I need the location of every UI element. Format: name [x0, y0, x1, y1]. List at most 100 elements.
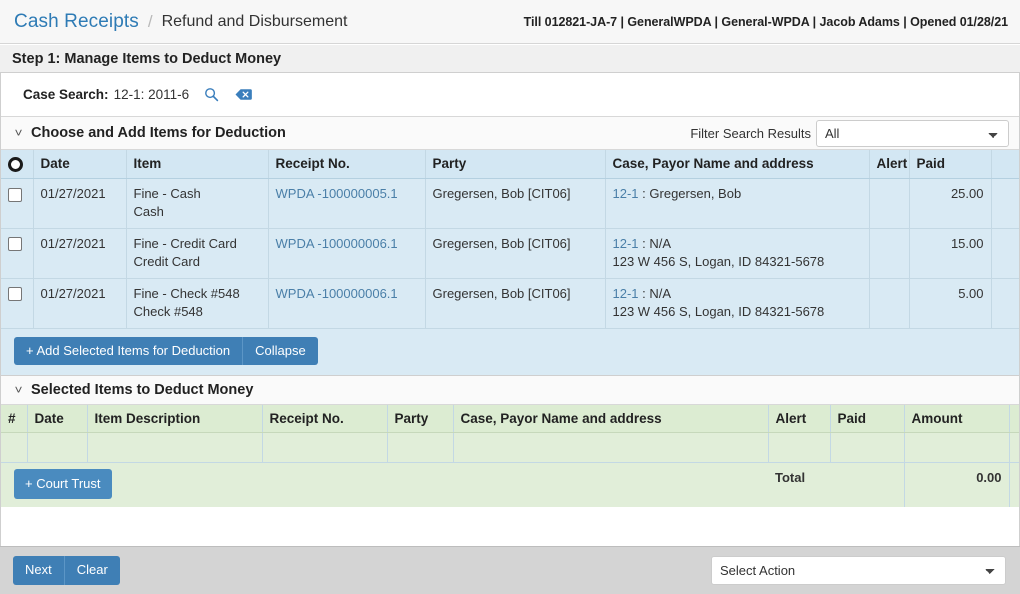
empty-cell-item	[87, 431, 263, 463]
col-spacer	[991, 150, 1019, 179]
col-alert: Alert	[768, 404, 831, 433]
empty-cell-receipt	[262, 431, 388, 463]
row-checkbox-cell	[1, 277, 34, 328]
total-spacer-cell	[1009, 461, 1019, 508]
top-breadcrumb-bar: Cash Receipts / Refund and Disbursement …	[0, 0, 1020, 44]
cell-party: Gregersen, Bob [CIT06]	[425, 277, 606, 328]
case-search-value: 12-1: 2011-6	[113, 87, 190, 102]
col-receipt-no: Receipt No.	[262, 404, 388, 433]
receipt-link[interactable]: WPDA -100000006.1	[276, 236, 398, 251]
selected-table-header-row: # Date Item Description Receipt No. Part…	[1, 404, 1019, 433]
cell-alert	[869, 227, 910, 279]
table-row[interactable]: 01/27/2021 Fine - Cash Cash WPDA -100000…	[1, 177, 1019, 229]
cell-receipt-no: WPDA -100000006.1	[268, 277, 426, 328]
cell-party: Gregersen, Bob [CIT06]	[425, 177, 606, 229]
court-trust-cell: + Court Trust	[1, 461, 768, 508]
clear-button[interactable]: Clear	[63, 556, 120, 585]
collapse-button[interactable]: Collapse	[242, 336, 318, 365]
col-amount: Amount	[904, 404, 1010, 433]
col-item-description: Item Description	[87, 404, 263, 433]
cell-case-payor: 12-1 : N/A 123 W 456 S, Logan, ID 84321-…	[605, 227, 870, 279]
app-page: Cash Receipts / Refund and Disbursement …	[0, 0, 1020, 594]
cell-spacer	[991, 177, 1019, 229]
col-item: Item	[126, 150, 269, 179]
add-court-trust-button[interactable]: + Court Trust	[14, 468, 112, 500]
selected-section-header: ˅ Selected Items to Deduct Money	[1, 374, 1019, 405]
choose-items-table: Date Item Receipt No. Party Case, Payor …	[1, 150, 1019, 328]
case-link[interactable]: 12-1	[613, 236, 639, 251]
cell-paid: 5.00	[909, 277, 992, 328]
col-index: #	[1, 404, 28, 433]
footer-action-bar: Next Clear Select Action	[0, 546, 1020, 594]
payor-address: 123 W 456 S, Logan, ID 84321-5678	[612, 304, 825, 320]
col-paid: Paid	[909, 150, 992, 179]
payor-name: Gregersen, Bob	[649, 185, 742, 201]
col-date: Date	[27, 404, 88, 433]
item-line-1: Fine - Check #548	[133, 285, 240, 301]
filter-search-results-group: Filter Search Results All	[690, 119, 1009, 147]
item-line-2: Check #548	[133, 304, 203, 320]
breadcrumb-cash-receipts[interactable]: Cash Receipts	[14, 11, 139, 33]
case-search-label: Case Search:	[23, 87, 109, 102]
col-date: Date	[33, 150, 127, 179]
cell-receipt-no: WPDA -100000005.1	[268, 177, 426, 229]
case-link[interactable]: 12-1	[613, 286, 639, 301]
col-spacer	[1009, 404, 1019, 433]
cell-date: 01/27/2021	[33, 177, 127, 229]
receipt-link[interactable]: WPDA -100000006.1	[276, 286, 398, 301]
case-separator: :	[642, 235, 646, 251]
item-line-2: Cash	[133, 204, 164, 220]
cell-date: 01/27/2021	[33, 277, 127, 328]
cell-spacer	[991, 227, 1019, 279]
item-line-1: Fine - Cash	[133, 185, 201, 201]
choose-actions-bar: + Add Selected Items for Deduction Colla…	[1, 327, 1019, 375]
row-checkbox[interactable]	[8, 237, 22, 252]
cell-receipt-no: WPDA -100000006.1	[268, 227, 426, 279]
cell-alert	[869, 177, 910, 229]
col-party: Party	[425, 150, 606, 179]
empty-cell-case	[453, 431, 769, 463]
case-separator: :	[642, 185, 646, 201]
empty-cell-amount	[904, 431, 1010, 463]
chevron-down-icon[interactable]: ˅	[14, 127, 22, 139]
total-label-cell: Total	[768, 461, 905, 508]
selected-items-table: # Date Item Description Receipt No. Part…	[1, 404, 1019, 508]
filter-search-results-select[interactable]: All	[816, 119, 1009, 147]
receipt-link[interactable]: WPDA -100000005.1	[276, 186, 398, 201]
col-paid: Paid	[830, 404, 905, 433]
footer-button-group: Next Clear	[13, 556, 120, 585]
breadcrumb-refund-disbursement: Refund and Disbursement	[161, 12, 348, 30]
table-row[interactable]: 01/27/2021 Fine - Credit Card Credit Car…	[1, 227, 1019, 279]
selected-empty-row	[1, 431, 1019, 463]
erase-icon[interactable]	[233, 85, 253, 105]
choose-button-group: + Add Selected Items for Deduction Colla…	[14, 336, 318, 365]
item-line-2: Credit Card	[133, 254, 200, 270]
cell-paid: 25.00	[909, 177, 992, 229]
next-button[interactable]: Next	[13, 556, 64, 585]
chevron-down-icon[interactable]: ˅	[14, 384, 22, 396]
search-icon[interactable]	[201, 85, 221, 105]
breadcrumb-separator: /	[147, 11, 153, 31]
cell-party: Gregersen, Bob [CIT06]	[425, 227, 606, 279]
table-row[interactable]: 01/27/2021 Fine - Check #548 Check #548 …	[1, 277, 1019, 328]
selected-total-row: + Court Trust Total 0.00	[1, 461, 1019, 508]
total-value-cell: 0.00	[904, 461, 1010, 508]
choose-section-title: Choose and Add Items for Deduction	[31, 125, 286, 141]
cell-date: 01/27/2021	[33, 227, 127, 279]
filter-search-results-label: Filter Search Results	[690, 125, 811, 141]
select-action-dropdown[interactable]: Select Action	[711, 556, 1006, 585]
cell-item: Fine - Credit Card Credit Card	[126, 227, 269, 279]
add-selected-items-button[interactable]: + Add Selected Items for Deduction	[14, 336, 243, 365]
row-checkbox[interactable]	[8, 187, 22, 202]
row-checkbox[interactable]	[8, 287, 22, 302]
select-all-header	[1, 150, 34, 179]
col-receipt-no: Receipt No.	[268, 150, 426, 179]
case-link[interactable]: 12-1	[613, 186, 639, 201]
cell-case-payor: 12-1 : N/A 123 W 456 S, Logan, ID 84321-…	[605, 277, 870, 328]
cell-spacer	[991, 277, 1019, 328]
empty-cell-date	[27, 431, 88, 463]
select-all-radio[interactable]	[8, 156, 23, 172]
row-checkbox-cell	[1, 227, 34, 279]
selected-section-title: Selected Items to Deduct Money	[31, 381, 254, 398]
empty-cell-party	[387, 431, 454, 463]
